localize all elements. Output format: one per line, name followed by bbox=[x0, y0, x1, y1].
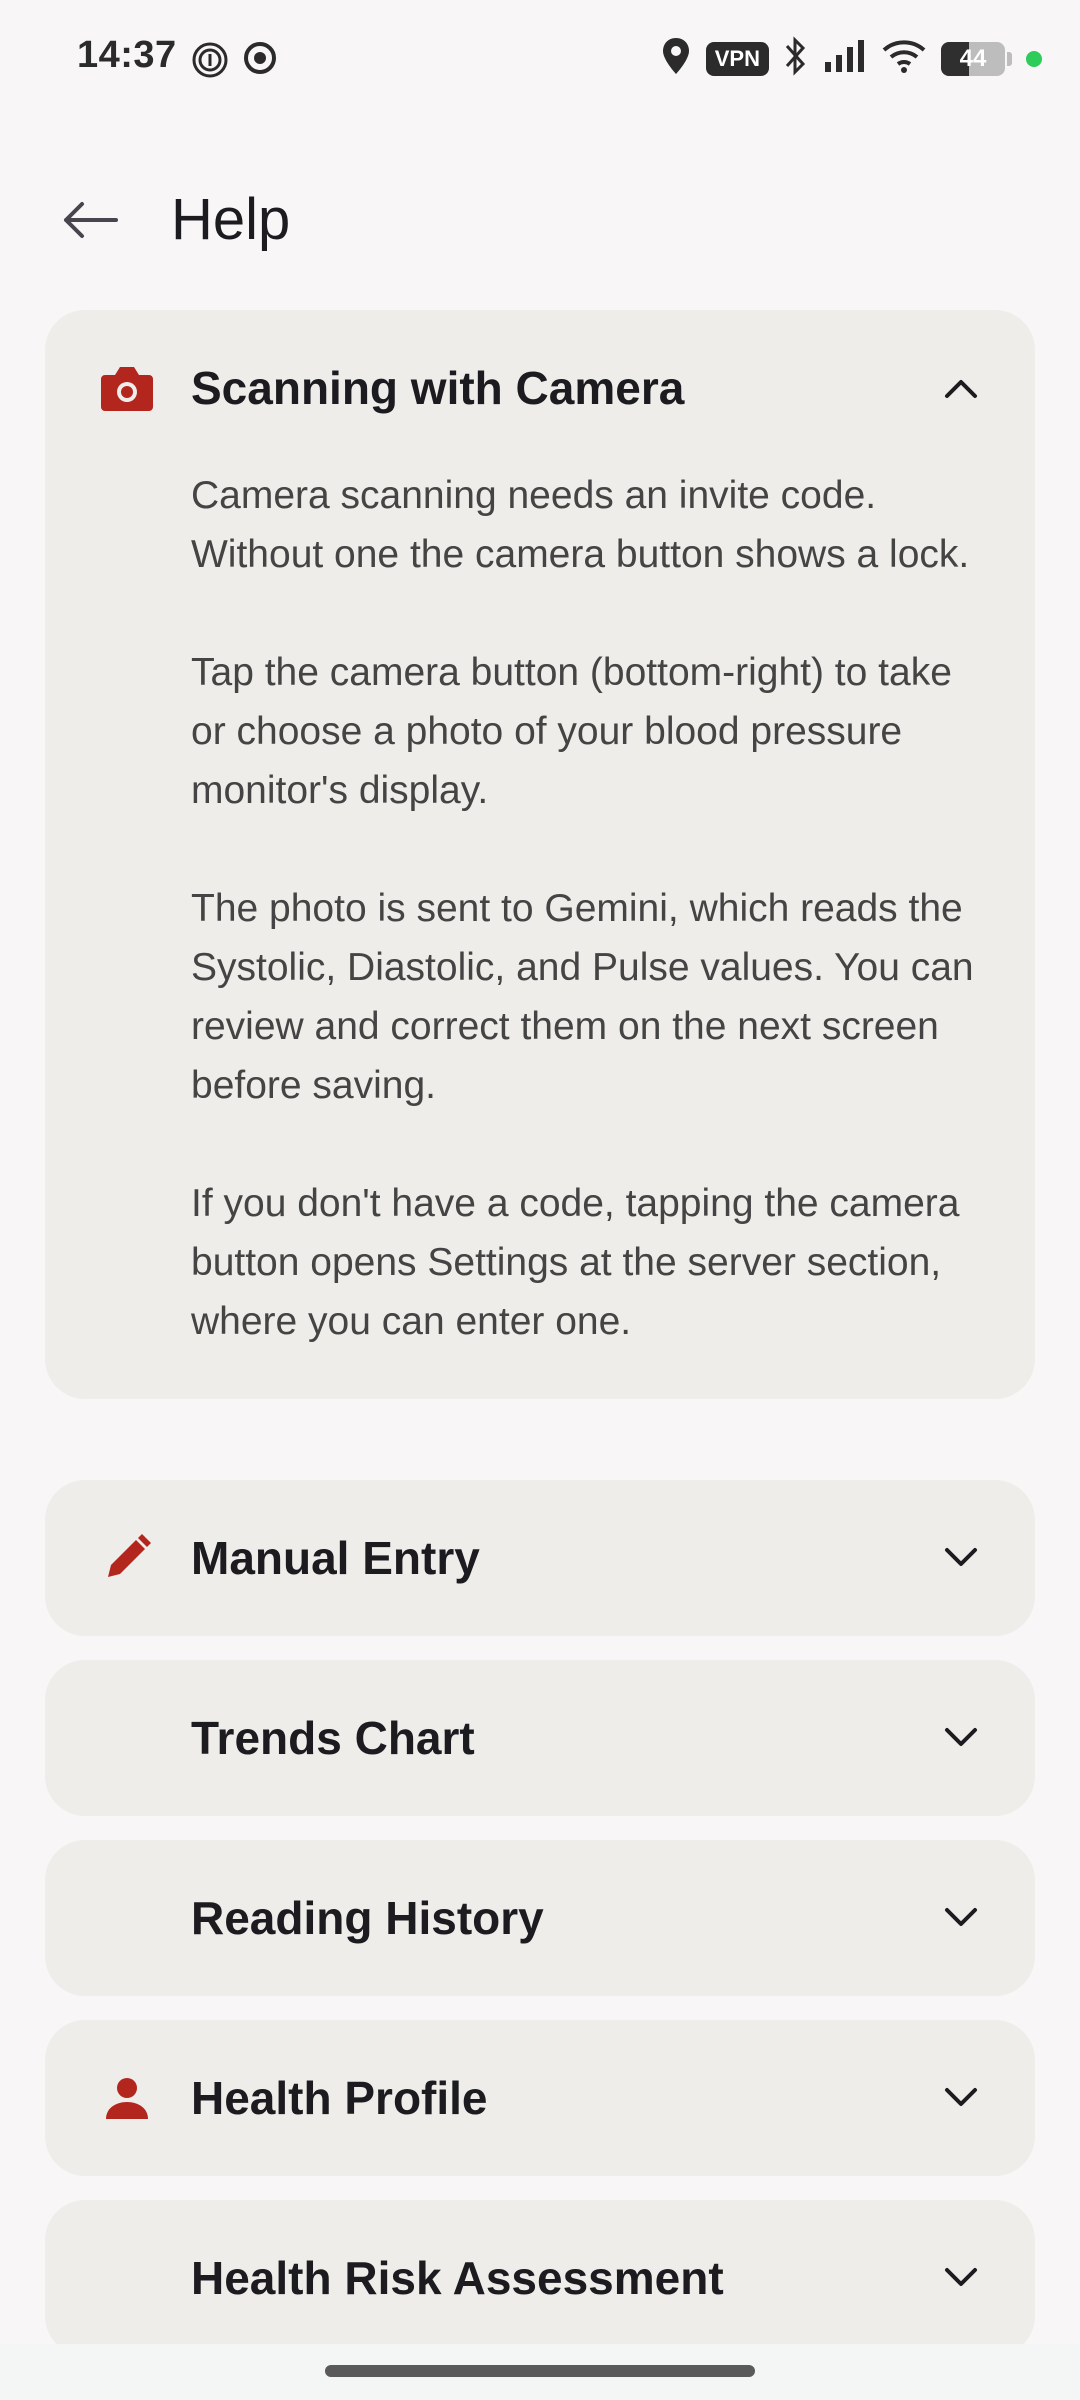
help-paragraph: Camera scanning needs an invite code. Wi… bbox=[191, 474, 970, 576]
help-section-trends-chart[interactable]: Trends Chart bbox=[45, 1660, 1035, 1816]
section-header[interactable]: Reading History bbox=[45, 1840, 1035, 1996]
chevron-down-icon[interactable] bbox=[937, 1714, 985, 1762]
arrow-left-icon bbox=[64, 202, 118, 238]
help-paragraph: The photo is sent to Gemini, which reads… bbox=[191, 887, 974, 1107]
back-button[interactable] bbox=[52, 182, 128, 258]
signal-icon bbox=[823, 38, 867, 79]
section-header[interactable]: Health Risk Assessment bbox=[45, 2200, 1035, 2356]
chevron-down-icon[interactable] bbox=[937, 2074, 985, 2122]
pencil-icon bbox=[97, 1528, 157, 1588]
battery-level: 44 bbox=[959, 44, 987, 72]
person-icon bbox=[97, 2068, 157, 2128]
chrome-icon bbox=[242, 40, 278, 85]
wifi-icon bbox=[881, 38, 927, 79]
section-body: Camera scanning needs an invite code. Wi… bbox=[45, 466, 1035, 1399]
help-section-health-profile[interactable]: Health Profile bbox=[45, 2020, 1035, 2176]
vpn-badge: VPN bbox=[705, 41, 769, 76]
chevron-down-icon[interactable] bbox=[937, 1534, 985, 1582]
section-title: Health Risk Assessment bbox=[191, 2252, 724, 2304]
section-title: Scanning with Camera bbox=[191, 362, 685, 414]
home-indicator[interactable] bbox=[325, 2365, 755, 2377]
chevron-down-icon[interactable] bbox=[937, 2254, 985, 2302]
section-header[interactable]: Trends Chart bbox=[45, 1660, 1035, 1816]
location-icon bbox=[660, 36, 692, 81]
status-time: 14:37 bbox=[77, 34, 177, 76]
section-title: Trends Chart bbox=[191, 1712, 475, 1764]
help-section-health-risk-assessment[interactable]: Health Risk Assessment bbox=[45, 2200, 1035, 2356]
fingerprint-icon bbox=[190, 40, 230, 85]
section-title: Manual Entry bbox=[191, 1532, 480, 1584]
battery-tip bbox=[1007, 51, 1012, 66]
chevron-down-icon[interactable] bbox=[937, 1894, 985, 1942]
help-section-scanning: Scanning with Camera Camera scanning nee… bbox=[45, 310, 1035, 1399]
status-right-icons: VPN 44 bbox=[660, 36, 1042, 81]
section-header[interactable]: Health Profile bbox=[45, 2020, 1035, 2176]
battery-icon: 44 bbox=[941, 41, 1005, 76]
chevron-up-icon[interactable] bbox=[937, 364, 985, 412]
status-bar: 14:37 VPN 44 bbox=[0, 0, 1080, 118]
camera-icon bbox=[97, 358, 157, 418]
section-title: Health Profile bbox=[191, 2072, 488, 2124]
section-title: Reading History bbox=[191, 1892, 544, 1944]
section-header[interactable]: Manual Entry bbox=[45, 1480, 1035, 1636]
help-section-manual-entry[interactable]: Manual Entry bbox=[45, 1480, 1035, 1636]
bluetooth-icon bbox=[783, 36, 809, 81]
help-paragraph: Tap the camera button (bottom-right) to … bbox=[191, 651, 952, 812]
page-title: Help bbox=[171, 187, 291, 252]
section-header[interactable]: Scanning with Camera bbox=[45, 310, 1035, 466]
app-bar: Help bbox=[0, 160, 1080, 280]
help-section-reading-history[interactable]: Reading History bbox=[45, 1840, 1035, 1996]
privacy-dot bbox=[1026, 50, 1042, 67]
status-left-icons bbox=[190, 40, 278, 85]
help-paragraph: If you don't have a code, tapping the ca… bbox=[191, 1182, 960, 1343]
